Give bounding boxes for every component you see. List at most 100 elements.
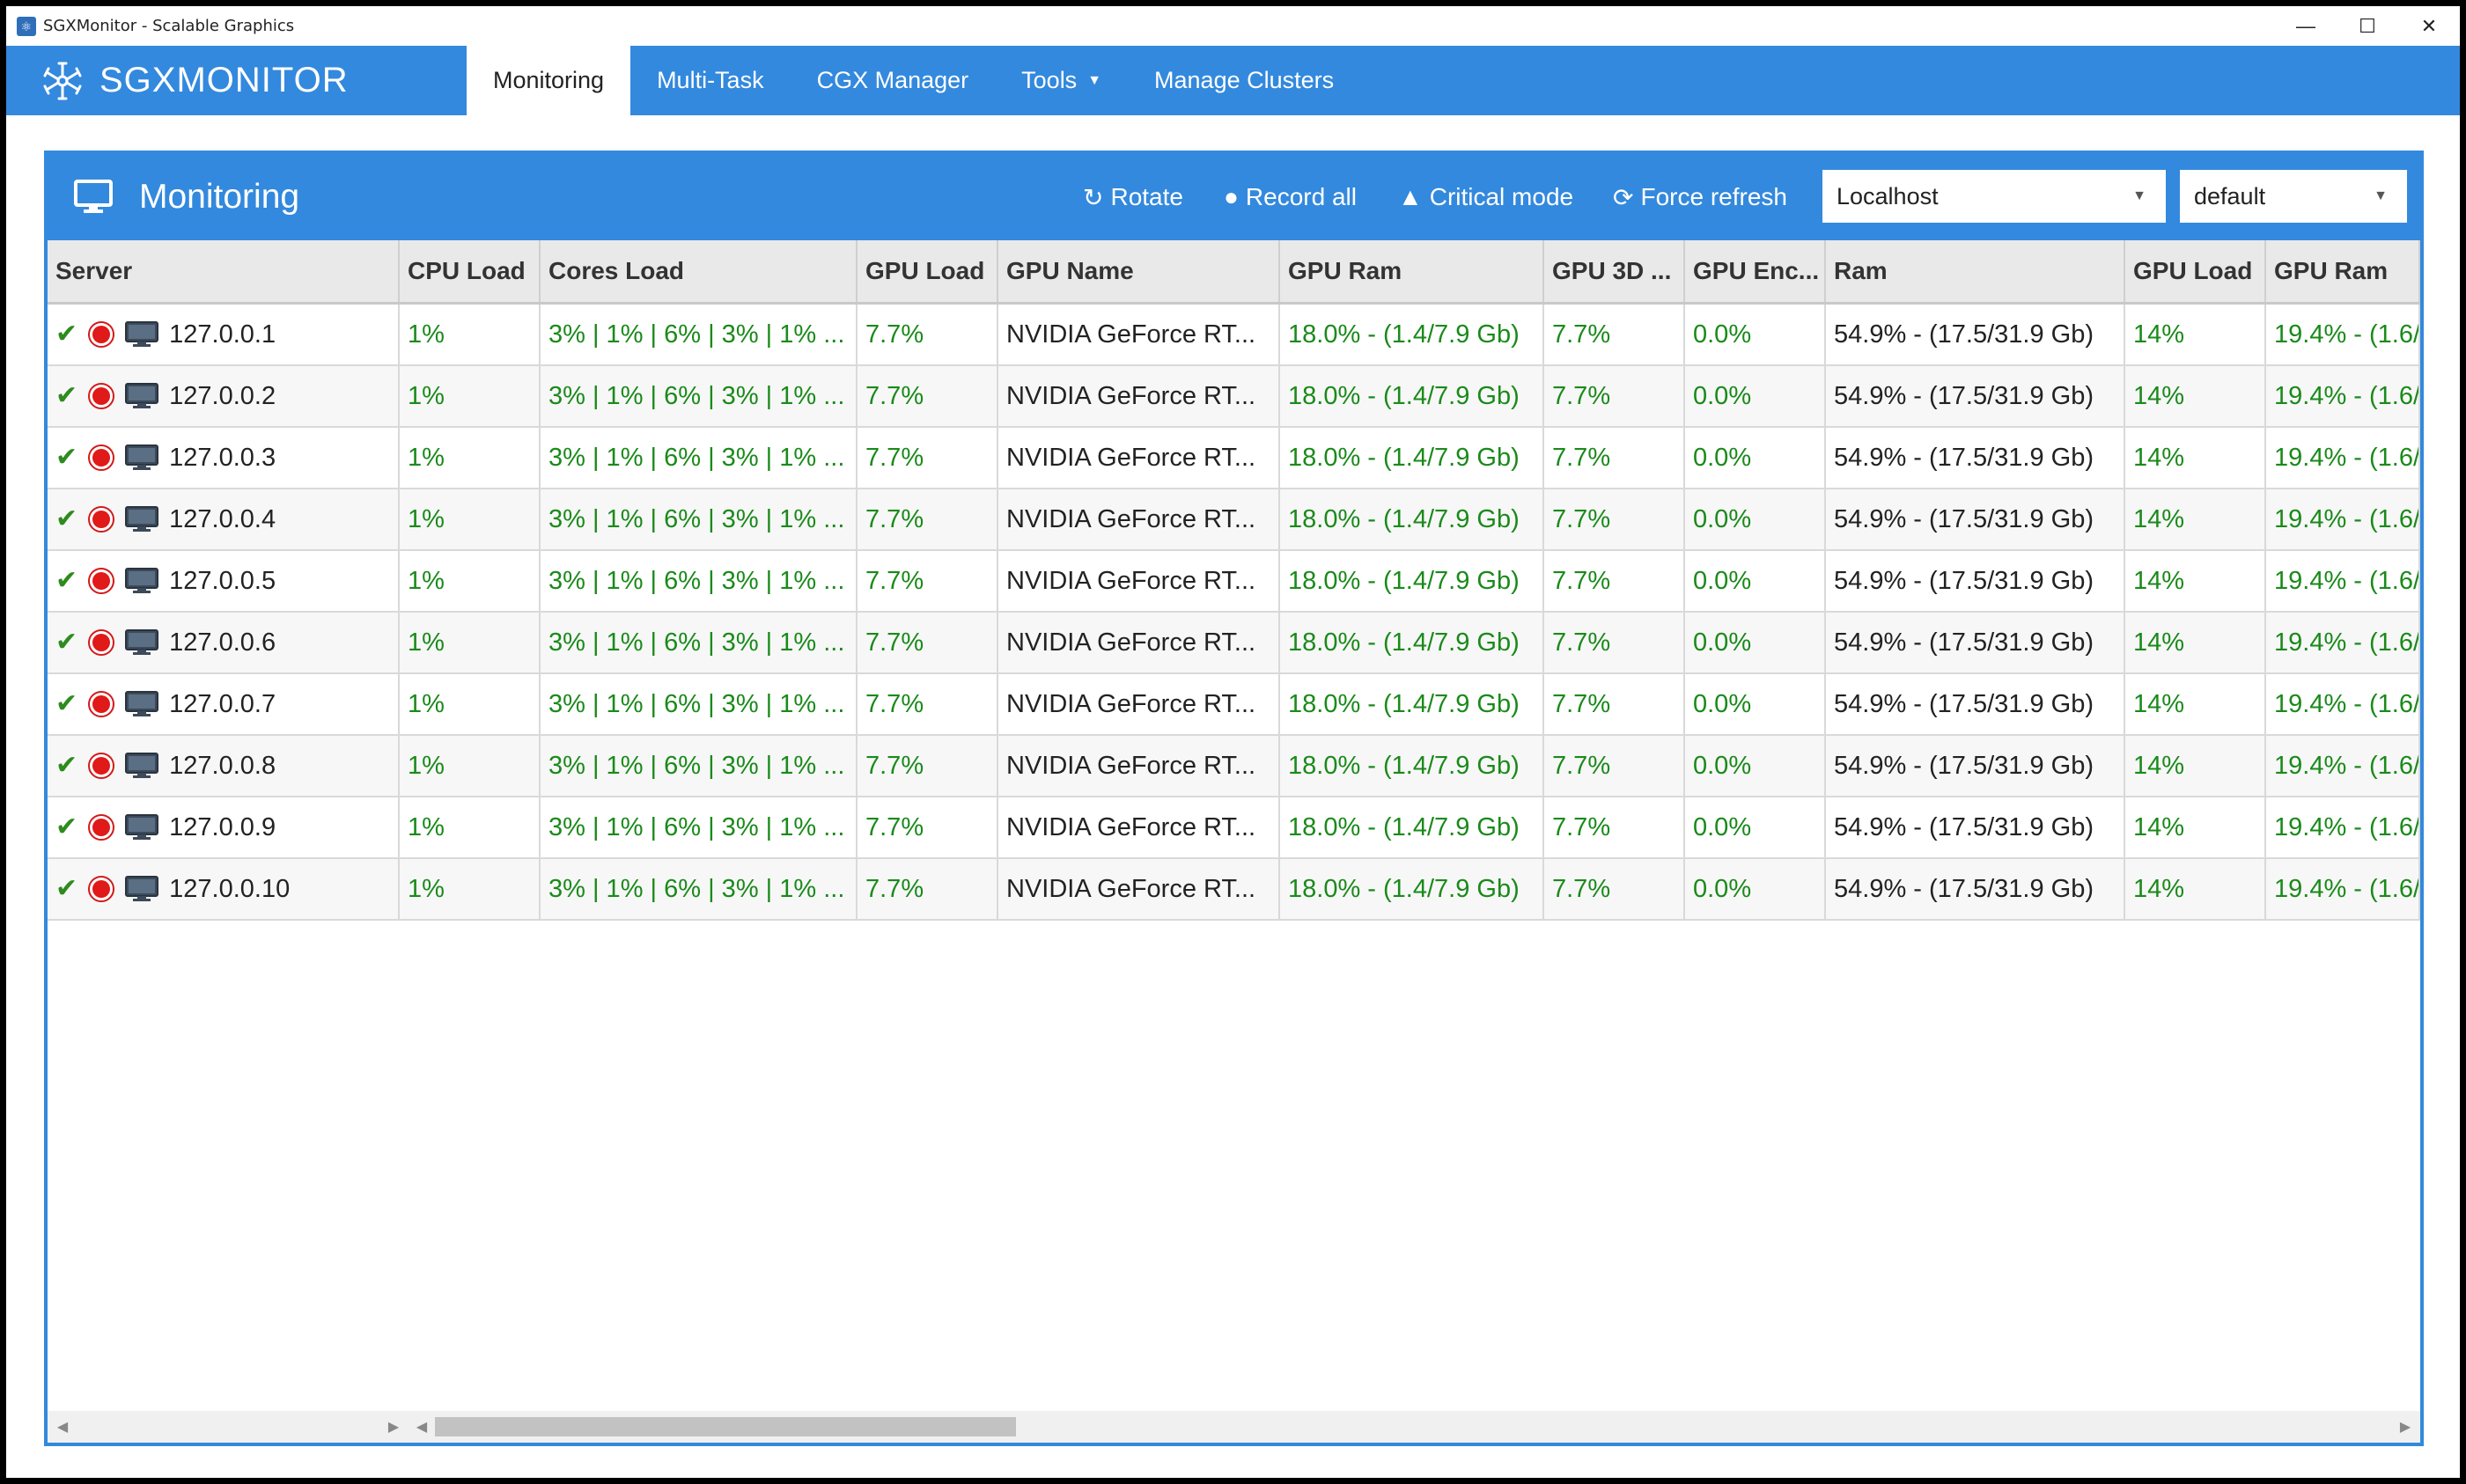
table-row[interactable]: ✔ 127.0.0.8 1% 3% | 1% | 6% | 3% | 1% ... 7.…	[48, 736, 2420, 797]
column-header-gpu-load[interactable]: GPU Load	[858, 240, 998, 302]
tab-monitoring[interactable]: Monitoring	[467, 46, 631, 115]
record-icon[interactable]	[88, 383, 115, 409]
record-icon[interactable]	[88, 814, 115, 841]
gpu-load2-cell: 14%	[2125, 736, 2266, 796]
tab-multi-task[interactable]: Multi-Task	[630, 46, 791, 115]
host-select[interactable]: Localhost ▼	[1822, 170, 2166, 223]
gpu-name-cell: NVIDIA GeForce RT...	[998, 428, 1280, 488]
cpu-cell: 1%	[400, 366, 541, 426]
gpu-3d-cell: 7.7%	[1544, 736, 1685, 796]
check-icon: ✔	[55, 812, 78, 841]
table-row[interactable]: ✔ 127.0.0.1 1% 3% | 1% | 6% | 3% | 1% ... 7.…	[48, 305, 2420, 366]
maximize-button[interactable]: ☐	[2337, 6, 2398, 46]
gpu-ram-cell: 18.0% - (1.4/7.9 Gb)	[1280, 859, 1544, 919]
app-window: ⚛ SGXMonitor - Scalable Graphics — ☐ ✕ S…	[6, 6, 2460, 1478]
gpu-load-cell: 7.7%	[858, 736, 998, 796]
computer-icon	[125, 568, 159, 593]
server-status-icons: ✔	[55, 444, 159, 471]
tab-label: Tools	[1021, 67, 1078, 93]
cores-cell: 3% | 1% | 6% | 3% | 1% ...	[541, 613, 858, 672]
table-row[interactable]: ✔ 127.0.0.10 1% 3% | 1% | 6% | 3% | 1% ... 7…	[48, 859, 2420, 921]
tab-cgx-manager[interactable]: CGX Manager	[791, 46, 996, 115]
profile-select[interactable]: default ▼	[2180, 170, 2407, 223]
gpu-ram-cell: 18.0% - (1.4/7.9 Gb)	[1280, 736, 1544, 796]
cores-cell: 3% | 1% | 6% | 3% | 1% ...	[541, 489, 858, 549]
column-header-gpu-enc[interactable]: GPU Enc...	[1685, 240, 1826, 302]
gpu-3d-cell: 7.7%	[1544, 428, 1685, 488]
tab-manage-clusters[interactable]: Manage Clusters	[1128, 46, 1360, 115]
record-icon[interactable]	[88, 321, 115, 348]
record-icon[interactable]	[88, 876, 115, 902]
check-icon: ✔	[55, 689, 78, 718]
gpu-name-cell: NVIDIA GeForce RT...	[998, 736, 1280, 796]
gpu-3d-cell: 7.7%	[1544, 674, 1685, 734]
table-row[interactable]: ✔ 127.0.0.2 1% 3% | 1% | 6% | 3% | 1% ... 7.…	[48, 366, 2420, 428]
scroll-right-icon[interactable]: ▶	[2392, 1411, 2418, 1443]
gpu-load2-cell: 14%	[2125, 305, 2266, 364]
scrollbar-thumb[interactable]	[435, 1417, 1016, 1436]
cores-cell: 3% | 1% | 6% | 3% | 1% ...	[541, 859, 858, 919]
server-address: 127.0.0.4	[169, 504, 276, 533]
server-address: 127.0.0.5	[169, 566, 276, 595]
gpu-load-cell: 7.7%	[858, 674, 998, 734]
record-icon: ●	[1224, 183, 1239, 210]
scroll-left-main-icon[interactable]: ◀	[409, 1411, 435, 1443]
gpu-ram-cell: 18.0% - (1.4/7.9 Gb)	[1280, 489, 1544, 549]
column-header-gpu-name[interactable]: GPU Name	[998, 240, 1280, 302]
computer-icon	[125, 691, 159, 716]
gpu-3d-cell: 7.7%	[1544, 551, 1685, 611]
column-header-gpu-ram[interactable]: GPU Ram	[1280, 240, 1544, 302]
gpu-name-cell: NVIDIA GeForce RT...	[998, 859, 1280, 919]
rotate-button[interactable]: ↻ Rotate	[1083, 154, 1183, 240]
column-header-cpu-load[interactable]: CPU Load	[400, 240, 541, 302]
close-button[interactable]: ✕	[2398, 6, 2460, 46]
column-header-ram[interactable]: Ram	[1826, 240, 2125, 302]
cores-cell: 3% | 1% | 6% | 3% | 1% ...	[541, 305, 858, 364]
horizontal-scrollbar[interactable]: ◀ ▶ ◀ ▶	[48, 1411, 2420, 1443]
gpu-3d-cell: 7.7%	[1544, 489, 1685, 549]
gpu-enc-cell: 0.0%	[1685, 428, 1826, 488]
column-header-gpu-3d[interactable]: GPU 3D ...	[1544, 240, 1685, 302]
record-icon[interactable]	[88, 444, 115, 471]
table-row[interactable]: ✔ 127.0.0.3 1% 3% | 1% | 6% | 3% | 1% ... 7.…	[48, 428, 2420, 489]
table-row[interactable]: ✔ 127.0.0.4 1% 3% | 1% | 6% | 3% | 1% ... 7.…	[48, 489, 2420, 551]
column-header-gpu-ram2[interactable]: GPU Ram	[2266, 240, 2420, 302]
ram-cell: 54.9% - (17.5/31.9 Gb)	[1826, 489, 2125, 549]
force-refresh-button[interactable]: ⟳ Force refresh	[1613, 154, 1787, 240]
record-icon[interactable]	[88, 691, 115, 717]
minimize-button[interactable]: —	[2275, 6, 2337, 46]
gpu-ram2-cell: 19.4% - (1.6/	[2266, 428, 2420, 488]
record-all-button[interactable]: ● Record all	[1224, 154, 1357, 240]
table-row[interactable]: ✔ 127.0.0.5 1% 3% | 1% | 6% | 3% | 1% ... 7.…	[48, 551, 2420, 613]
tab-tools[interactable]: Tools ▼	[995, 46, 1128, 115]
cpu-cell: 1%	[400, 305, 541, 364]
server-status-icons: ✔	[55, 629, 159, 656]
scroll-right-frozen-icon[interactable]: ▶	[380, 1411, 407, 1443]
server-status-icons: ✔	[55, 506, 159, 533]
column-header-cores-load[interactable]: Cores Load	[541, 240, 858, 302]
server-address: 127.0.0.8	[169, 751, 276, 780]
column-header-server[interactable]: Server	[48, 240, 400, 302]
record-icon[interactable]	[88, 753, 115, 779]
critical-mode-button[interactable]: ▲ Critical mode	[1398, 154, 1573, 240]
ram-cell: 54.9% - (17.5/31.9 Gb)	[1826, 613, 2125, 672]
brand[interactable]: SGXMONITOR	[6, 46, 467, 115]
record-icon[interactable]	[88, 629, 115, 656]
gpu-name-cell: NVIDIA GeForce RT...	[998, 489, 1280, 549]
brand-name: SGXMONITOR	[99, 61, 349, 99]
table-row[interactable]: ✔ 127.0.0.7 1% 3% | 1% | 6% | 3% | 1% ... 7.…	[48, 674, 2420, 736]
server-cell: ✔ 127.0.0.1	[48, 305, 400, 364]
gpu-load-cell: 7.7%	[858, 797, 998, 857]
record-icon[interactable]	[88, 506, 115, 533]
column-header-gpu-load2[interactable]: GPU Load	[2125, 240, 2266, 302]
gpu-load2-cell: 14%	[2125, 366, 2266, 426]
server-status-icons: ✔	[55, 568, 159, 594]
server-address: 127.0.0.6	[169, 628, 276, 657]
table-row[interactable]: ✔ 127.0.0.6 1% 3% | 1% | 6% | 3% | 1% ... 7.…	[48, 613, 2420, 674]
gpu-enc-cell: 0.0%	[1685, 797, 1826, 857]
record-icon[interactable]	[88, 568, 115, 594]
scroll-left-icon[interactable]: ◀	[49, 1411, 76, 1443]
server-status-icons: ✔	[55, 383, 159, 409]
title-bar: ⚛ SGXMonitor - Scalable Graphics — ☐ ✕	[6, 6, 2460, 46]
table-row[interactable]: ✔ 127.0.0.9 1% 3% | 1% | 6% | 3% | 1% ... 7.…	[48, 797, 2420, 859]
